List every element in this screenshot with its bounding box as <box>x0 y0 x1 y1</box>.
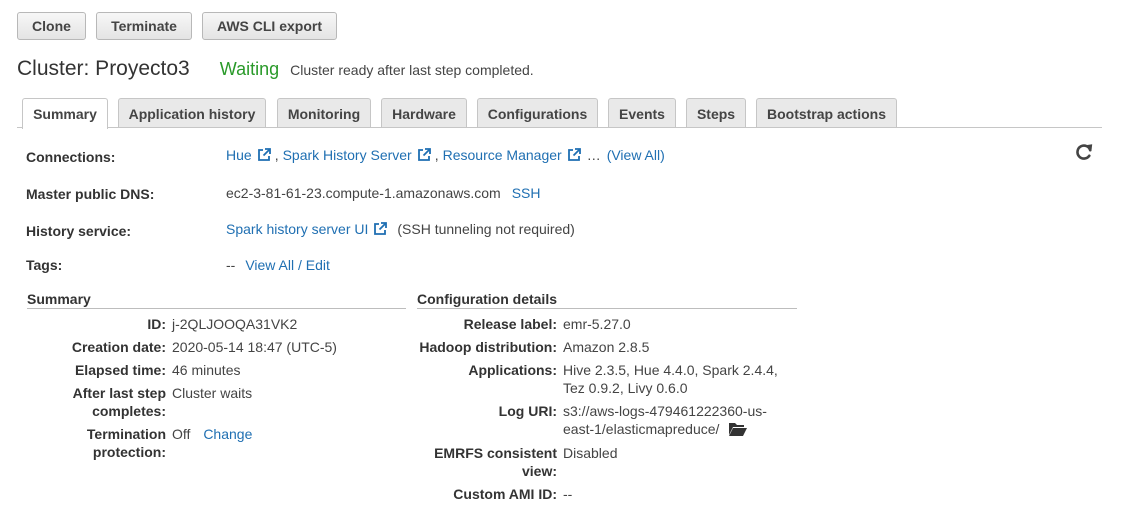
refresh-icon[interactable] <box>1074 142 1094 162</box>
id-label: ID: <box>147 316 166 332</box>
log-uri-value: s3://aws-logs-479461222360-us- east-1/el… <box>563 402 767 438</box>
connections-value: Hue , Spark History Server , Resource Ma… <box>226 147 665 163</box>
master-dns-value: ec2-3-81-61-23.compute-1.amazonaws.com S… <box>226 185 541 201</box>
emrfs-consistent-view-value: Disabled <box>563 445 618 461</box>
creation-date-value: 2020-05-14 18:47 (UTC-5) <box>172 339 337 355</box>
tab-summary[interactable]: Summary <box>22 98 108 129</box>
after-last-step-label: After last step completes: <box>26 384 166 420</box>
termination-change-link[interactable]: Change <box>203 426 252 442</box>
termination-protection-label: Termination protection: <box>26 425 166 461</box>
tab-hardware[interactable]: Hardware <box>381 98 467 128</box>
configuration-divider <box>417 308 797 309</box>
connections-ellipsis: … <box>586 147 601 163</box>
id-value: j-2QLJOOQA31VK2 <box>172 316 298 332</box>
tab-events[interactable]: Events <box>608 98 676 128</box>
tags-label: Tags: <box>26 257 63 273</box>
tags-view-edit-link[interactable]: View All / Edit <box>245 257 330 273</box>
external-link-icon[interactable] <box>373 222 388 236</box>
creation-date-label: Creation date: <box>71 339 166 355</box>
summary-divider <box>27 308 406 309</box>
history-service-value: Spark history server UI (SSH tunneling n… <box>226 221 575 237</box>
emrfs-consistent-view-label: EMRFS consistent view: <box>417 444 557 480</box>
custom-ami-label: Custom AMI ID: <box>453 486 557 502</box>
emrfs-label-line1: EMRFS consistent <box>434 445 557 461</box>
status-message: Cluster ready after last step completed. <box>290 62 534 78</box>
tags-empty: -- <box>226 257 236 273</box>
custom-ami-value: -- <box>563 486 573 502</box>
external-link-icon[interactable] <box>567 148 581 162</box>
termination-protection-value: Off Change <box>172 425 252 443</box>
applications-label: Applications: <box>468 362 557 378</box>
hadoop-distribution-value: Amazon 2.8.5 <box>563 339 650 355</box>
tab-application-history[interactable]: Application history <box>118 98 266 128</box>
termination-protection-label-line1: Termination <box>86 426 166 442</box>
termination-protection-state: Off <box>172 426 191 442</box>
external-link-icon[interactable] <box>257 148 271 162</box>
configuration-heading: Configuration details <box>417 291 557 307</box>
emrfs-label-line2: view: <box>521 463 557 479</box>
master-dns-label: Master public DNS: <box>26 186 155 202</box>
after-last-step-label-line2: completes: <box>92 403 166 419</box>
tab-configurations[interactable]: Configurations <box>477 98 598 128</box>
termination-protection-label-line2: protection: <box>92 444 166 460</box>
tab-divider <box>17 127 1102 128</box>
master-dns-text: ec2-3-81-61-23.compute-1.amazonaws.com <box>226 185 501 201</box>
history-service-note: (SSH tunneling not required) <box>397 221 575 237</box>
tab-steps[interactable]: Steps <box>686 98 746 128</box>
tab-bootstrap-actions[interactable]: Bootstrap actions <box>756 98 897 128</box>
aws-cli-export-button[interactable]: AWS CLI export <box>202 12 337 40</box>
applications-line2: Tez 0.9.2, Livy 0.6.0 <box>563 380 688 396</box>
summary-heading: Summary <box>27 291 91 307</box>
connections-separator: , <box>274 147 279 163</box>
resource-manager-link[interactable]: Resource Manager <box>443 147 562 163</box>
elapsed-time-label: Elapsed time: <box>74 362 166 378</box>
applications-line1: Hive 2.3.5, Hue 4.4.0, Spark 2.4.4, <box>563 362 778 378</box>
cluster-status: Waiting <box>219 59 280 79</box>
ssh-link[interactable]: SSH <box>512 185 541 201</box>
applications-value: Hive 2.3.5, Hue 4.4.0, Spark 2.4.4, Tez … <box>563 361 778 397</box>
spark-history-ui-link[interactable]: Spark history server UI <box>226 221 368 237</box>
connections-separator: , <box>434 147 439 163</box>
spark-history-server-link[interactable]: Spark History Server <box>283 147 412 163</box>
page-title: Cluster: Proyecto3 <box>17 57 190 80</box>
log-uri-line1: s3://aws-logs-479461222360-us- <box>563 403 767 419</box>
tab-monitoring[interactable]: Monitoring <box>277 98 371 128</box>
after-last-step-value: Cluster waits <box>172 385 253 401</box>
elapsed-time-value: 46 minutes <box>172 362 241 378</box>
release-label-value: emr-5.27.0 <box>563 316 631 332</box>
hadoop-distribution-label: Hadoop distribution: <box>419 339 557 355</box>
hue-link[interactable]: Hue <box>226 147 252 163</box>
cluster-header: Cluster: Proyecto3 Waiting Cluster ready… <box>17 57 534 81</box>
connections-label: Connections: <box>26 149 116 165</box>
tags-value: -- View All / Edit <box>226 257 330 273</box>
release-label-label: Release label: <box>463 316 557 332</box>
log-uri-label: Log URI: <box>498 403 557 419</box>
after-last-step-label-line1: After last step <box>72 385 166 401</box>
terminate-button[interactable]: Terminate <box>96 12 192 40</box>
history-service-label: History service: <box>26 223 132 239</box>
folder-open-icon[interactable] <box>728 421 748 437</box>
log-uri-line2: east-1/elasticmapreduce/ <box>563 421 720 437</box>
view-all-connections-link[interactable]: (View All) <box>607 147 665 163</box>
external-link-icon[interactable] <box>417 148 431 162</box>
clone-button[interactable]: Clone <box>17 12 86 40</box>
